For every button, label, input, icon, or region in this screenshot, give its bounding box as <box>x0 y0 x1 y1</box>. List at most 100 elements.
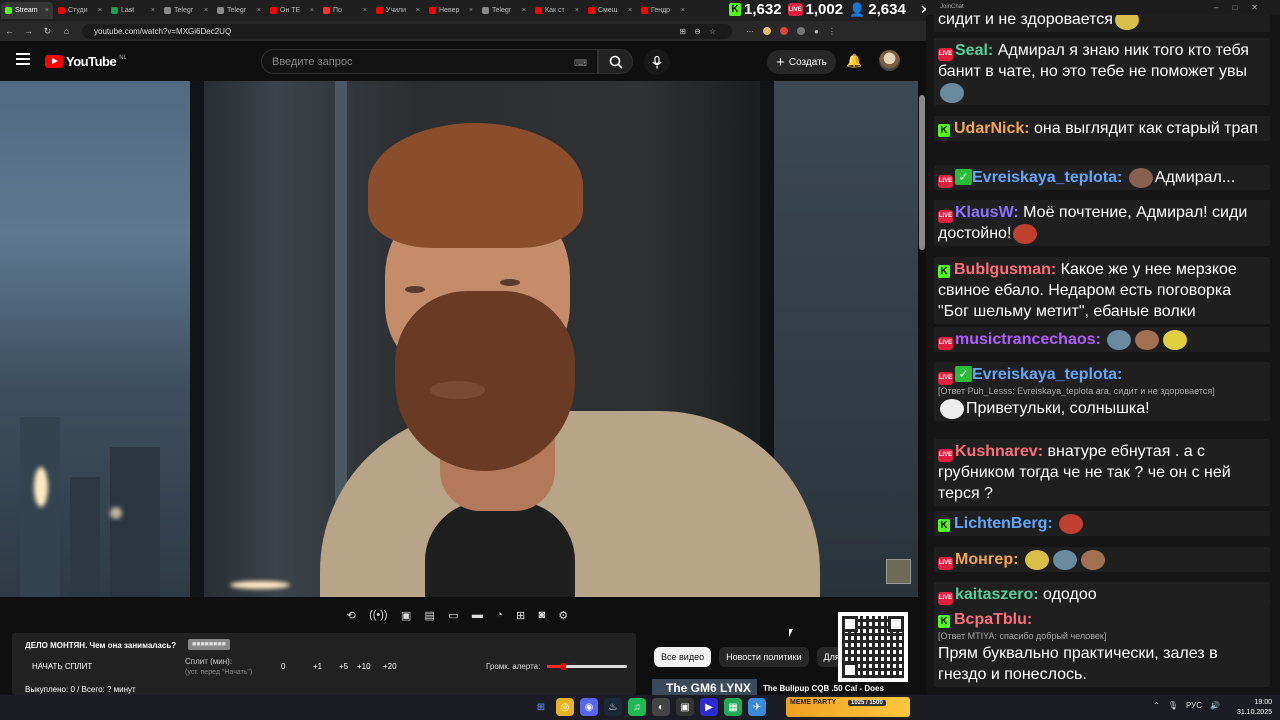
browser-tab[interactable]: Last × <box>107 2 159 19</box>
channel-watermark[interactable] <box>886 559 911 584</box>
view-icon[interactable]: ▣ <box>401 609 411 622</box>
chat-username[interactable]: musictrancechaos: <box>955 331 1101 348</box>
chat-username[interactable]: BcpaTblu: <box>954 611 1032 628</box>
chat-username[interactable]: Bublgusman: <box>954 261 1056 278</box>
app-icon[interactable]: ▶ <box>700 698 718 716</box>
mic-tray-icon[interactable]: 🎙 <box>1168 701 1178 710</box>
home-icon[interactable]: ⌂ <box>57 26 76 36</box>
app-icon[interactable]: ▦ <box>724 698 742 716</box>
obs-icon[interactable]: ◐ <box>652 698 670 716</box>
browser-tab[interactable]: Telegr × <box>160 2 212 19</box>
discord-icon[interactable]: ◉ <box>580 698 598 716</box>
tab-close-icon[interactable]: × <box>522 7 526 14</box>
browser-tab[interactable]: Как ст × <box>531 2 583 19</box>
camera-icon[interactable]: ◙ <box>538 609 545 621</box>
chrome-icon[interactable]: ◎ <box>556 698 574 716</box>
video-player[interactable] <box>0 81 918 597</box>
tab-close-icon[interactable]: × <box>575 7 579 14</box>
tab-close-icon[interactable]: × <box>310 7 314 14</box>
chip-all-videos[interactable]: Все видео <box>654 647 712 667</box>
extension-icon[interactable] <box>763 27 771 35</box>
clock[interactable]: 19:00 31.10.2025 <box>1237 698 1272 718</box>
browser-tab[interactable]: Telegr × <box>478 2 530 19</box>
split-minutes-value[interactable]: 0 <box>281 662 285 671</box>
tab-close-icon[interactable]: × <box>151 7 155 14</box>
browser-tab[interactable]: По × <box>319 2 371 19</box>
menu-icon[interactable] <box>16 53 30 65</box>
steam-icon[interactable]: ♨ <box>604 698 622 716</box>
chat-username[interactable]: Seal: <box>955 42 993 59</box>
add-10-button[interactable]: +10 <box>357 662 371 671</box>
chevron-up-icon[interactable]: ⌃ <box>1153 701 1160 710</box>
volume-icon[interactable]: 🔊 <box>1210 701 1220 710</box>
broadcast-icon[interactable]: ((•)) <box>369 609 388 621</box>
app-icon[interactable]: ▣ <box>676 698 694 716</box>
recommended-title[interactable]: The Bullpup CQB .50 Cal - Does <box>763 684 884 693</box>
tab-close-icon[interactable]: × <box>628 7 632 14</box>
language-indicator[interactable]: РУС <box>1186 701 1202 710</box>
url-field[interactable]: youtube.com/watch?v=MXGi6Dec2UQ ⊞⊖☆ <box>82 23 732 39</box>
forward-icon[interactable]: → <box>19 26 38 36</box>
theater-icon[interactable]: ▬ <box>472 609 483 621</box>
tab-close-icon[interactable]: × <box>363 7 367 14</box>
chip-politics-news[interactable]: Новости политики <box>719 647 809 667</box>
clapper-icon[interactable]: ▤ <box>425 609 435 622</box>
browser-tab[interactable]: Смеш × <box>584 2 636 19</box>
add-20-button[interactable]: +20 <box>383 662 397 671</box>
chat-username[interactable]: kaitaszero: <box>955 586 1039 603</box>
alert-volume-knob[interactable] <box>561 663 566 670</box>
url-action-icons[interactable]: ⊞⊖☆ <box>679 24 724 39</box>
gear-icon[interactable]: ⚙ <box>558 609 568 622</box>
browser-tab[interactable]: Гендр × <box>637 2 689 19</box>
extension-icon[interactable] <box>797 27 805 35</box>
back-icon[interactable]: ← <box>0 26 19 36</box>
browser-tab[interactable]: Stream × <box>1 2 53 19</box>
loop-icon[interactable]: ⟲ <box>347 609 356 622</box>
telegram-icon[interactable]: ✈ <box>748 698 766 716</box>
tab-close-icon[interactable]: × <box>204 7 208 14</box>
browser-tab[interactable]: Учили × <box>372 2 424 19</box>
spotify-icon[interactable]: ♫ <box>628 698 646 716</box>
chat-username[interactable]: Монгер: <box>955 551 1018 568</box>
tab-close-icon[interactable]: × <box>681 7 685 14</box>
chat-username[interactable]: KlausW: <box>955 204 1019 221</box>
alert-volume-slider[interactable] <box>547 663 627 670</box>
reload-icon[interactable]: ↻ <box>38 26 57 37</box>
extension-puzzle-icon[interactable]: ⋯ <box>746 27 754 36</box>
add-5-button[interactable]: +5 <box>339 662 348 671</box>
start-split-button[interactable]: НАЧАТЬ СПЛИТ <box>32 662 92 671</box>
screen-icon[interactable]: ▭ <box>448 609 458 622</box>
chat-username[interactable]: Evreiskaya_teplota: <box>972 169 1122 186</box>
profile-icon[interactable]: ● <box>814 27 819 36</box>
speed-icon[interactable]: ◔ <box>496 609 503 621</box>
menu-icon[interactable]: ⋮ <box>828 27 836 36</box>
keyboard-icon[interactable]: ⌨ <box>574 58 587 69</box>
split-chip[interactable]: ■■■■■■■■ <box>188 639 230 650</box>
start-icon[interactable]: ⊞ <box>532 698 550 716</box>
tab-close-icon[interactable]: × <box>98 7 102 14</box>
tab-close-icon[interactable]: × <box>416 7 420 14</box>
avatar[interactable] <box>879 50 900 71</box>
scrollbar-thumb[interactable] <box>919 95 925 250</box>
youtube-logo[interactable]: YouTube NL <box>45 54 127 69</box>
window-controls[interactable]: –□✕ <box>1214 0 1272 15</box>
notifications-icon[interactable]: 🔔 <box>846 53 862 69</box>
tab-close-icon[interactable]: × <box>469 7 473 14</box>
page-scrollbar[interactable] <box>918 81 926 695</box>
browser-tab[interactable]: Невер × <box>425 2 477 19</box>
add-1-button[interactable]: +1 <box>313 662 322 671</box>
voice-search-button[interactable] <box>644 49 670 75</box>
tab-close-icon[interactable]: × <box>45 7 49 14</box>
chat-username[interactable]: Kushnarev: <box>955 443 1043 460</box>
chat-username[interactable]: Evreiskaya_teplota: <box>972 366 1122 383</box>
search-input[interactable] <box>262 50 597 73</box>
chat-username[interactable]: UdarNick: <box>954 120 1030 137</box>
extension-icon[interactable] <box>780 27 788 35</box>
create-button[interactable]: + Создать <box>767 50 836 74</box>
browser-tab[interactable]: Он ТЕ × <box>266 2 318 19</box>
chat-username[interactable]: LichtenBerg: <box>954 515 1053 532</box>
tab-close-icon[interactable]: × <box>257 7 261 14</box>
browser-tab[interactable]: Telegr × <box>213 2 265 19</box>
browser-tab[interactable]: Студи × <box>54 2 106 19</box>
add-icon[interactable]: ⊞ <box>516 609 525 622</box>
